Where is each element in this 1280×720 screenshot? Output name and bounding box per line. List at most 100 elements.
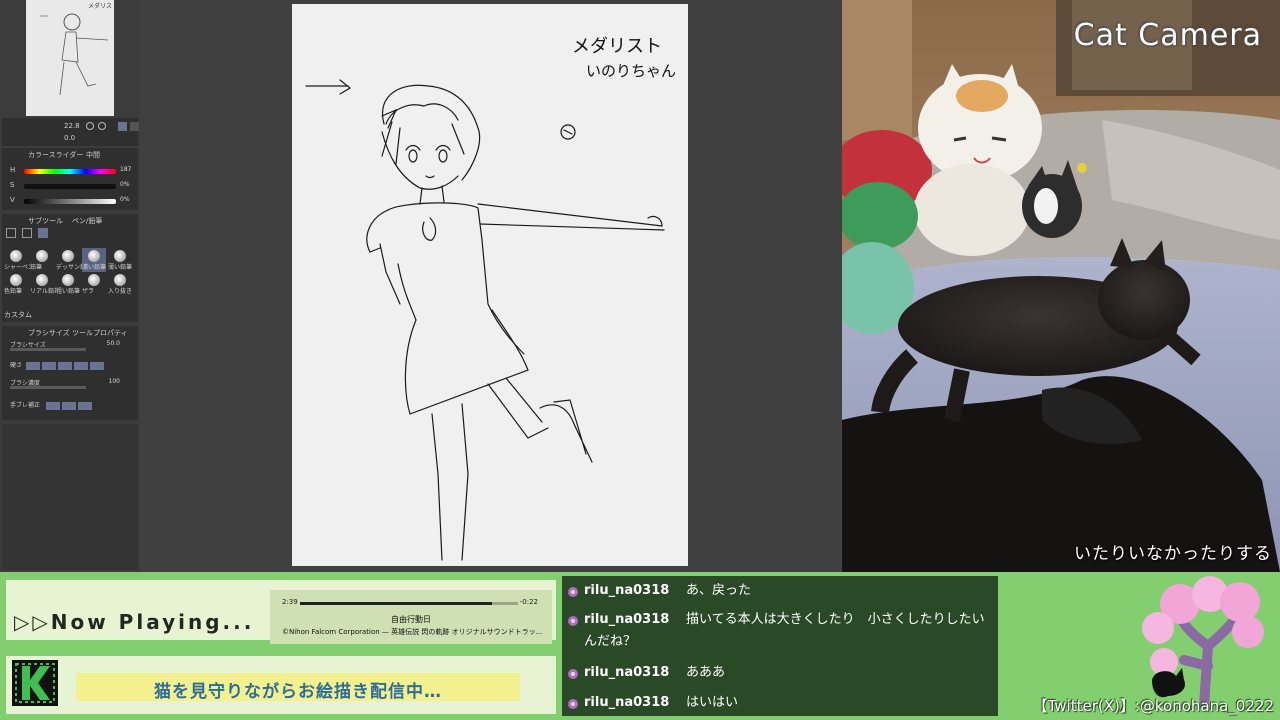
slider-hue[interactable]: H 187: [10, 166, 136, 176]
brush-tool-icon[interactable]: [38, 228, 48, 238]
slider-value: 0%: [120, 196, 130, 203]
brush-name: デッサン鉛筆: [56, 264, 82, 271]
brush-preview-icon: [114, 274, 126, 286]
slider-saturation[interactable]: S 0%: [10, 181, 136, 191]
navigator-thumbnail[interactable]: メダリスト: [26, 0, 118, 116]
channel-logo-icon: [12, 660, 58, 706]
remaining-time: -0:22: [519, 598, 538, 606]
stabilization-segment[interactable]: [46, 402, 60, 410]
cat-camera-feed: Cat Camera いたりいなかったりする: [842, 0, 1280, 572]
cat-camera-caption: いたりいなかったりする: [1074, 544, 1272, 564]
toolbar-grid-icon[interactable]: [118, 122, 127, 131]
brush-item[interactable]: 粗い鉛筆: [56, 272, 80, 296]
chat-username: rilu_na0318: [584, 665, 670, 680]
toolbar-strip: 22.8 0.0: [2, 118, 139, 146]
toolbar-grid-icon[interactable]: [130, 122, 139, 131]
stabilization-row[interactable]: 手ブレ補正: [10, 400, 130, 412]
brush-item[interactable]: ザラ: [82, 272, 106, 296]
brush-name: 入り抜き: [108, 288, 133, 295]
twitter-handle[interactable]: 【Twitter(X)】:@konohana_0222: [1033, 695, 1274, 716]
toolbar-value-2: 0.0: [64, 134, 76, 142]
brush-item[interactable]: 鉛筆: [30, 248, 54, 272]
toolbar-circle-icon[interactable]: [86, 122, 94, 130]
chat-message: rilu_na0318 あああ: [568, 662, 992, 684]
density-row[interactable]: ブラシ濃度 100: [10, 378, 130, 390]
brush-item[interactable]: 色鉛筆: [4, 272, 28, 296]
brush-name: 粗い鉛筆: [56, 288, 81, 295]
canvas-note-title: メダリスト: [572, 36, 662, 57]
tab-subtool[interactable]: サブツール: [28, 216, 63, 226]
brush-preview-icon: [36, 250, 48, 262]
brush-name: ザラ: [82, 288, 95, 295]
brush-item[interactable]: 薄い鉛筆: [108, 248, 132, 272]
brush-preview-icon: [114, 250, 126, 262]
hardness-segment[interactable]: [90, 362, 104, 370]
brush-item[interactable]: デッサン鉛筆: [56, 248, 82, 272]
tab-brush-size[interactable]: ブラシサイズ: [28, 328, 70, 338]
custom-brush-label[interactable]: カスタム: [4, 310, 32, 320]
chat-text: 描いてる本人は大きくしたり 小さくしたりしたいんだね？: [584, 612, 985, 649]
chat-panel: rilu_na0318 あ、戻った rilu_na0318 描いてる本人は大きく…: [562, 576, 998, 716]
brush-preview-icon: [10, 250, 22, 262]
density-value: 100: [108, 378, 120, 385]
tab-intermediate[interactable]: 中間: [86, 150, 100, 160]
stream-message: 猫を見守りながらお絵描き配信中…: [154, 682, 442, 702]
hardness-segment[interactable]: [58, 362, 72, 370]
toolbar-value-1: 22.8: [64, 122, 80, 130]
k-logo-icon: [12, 660, 58, 706]
hue-track[interactable]: [24, 169, 116, 174]
chat-text: はいはい: [686, 695, 739, 710]
tab-tool-property[interactable]: ツールプロパティ: [72, 328, 128, 338]
stabilization-segment[interactable]: [78, 402, 92, 410]
stream-layout: メダリスト 22.8 0.0 カラースライダー 中間 H 187 S 0% V: [0, 0, 1280, 720]
tool-panel: メダリスト 22.8 0.0 カラースライダー 中間 H 187 S 0% V: [0, 0, 140, 572]
toolbar-circle-icon[interactable]: [98, 122, 106, 130]
brush-name: 色鉛筆: [4, 288, 23, 295]
tab-color-slider[interactable]: カラースライダー: [28, 150, 83, 160]
brush-item[interactable]: リアル鉛筆: [30, 272, 56, 296]
tab-pen-pencil[interactable]: ペン/鉛筆: [72, 216, 102, 226]
chat-user-icon: [568, 669, 578, 679]
slider-key: H: [10, 166, 16, 174]
slider-key: S: [10, 181, 15, 189]
chat-message: rilu_na0318 あ、戻った: [568, 580, 992, 602]
chat-user-icon: [568, 587, 578, 597]
chat-text: あ、戻った: [686, 583, 752, 598]
svg-text:メダリスト: メダリスト: [88, 2, 114, 10]
hardness-segment[interactable]: [26, 362, 40, 370]
hardness-segment[interactable]: [74, 362, 88, 370]
cat-photo-icon: [842, 0, 1280, 572]
brush-name: 濃い鉛筆: [82, 264, 107, 271]
density-bar[interactable]: [10, 386, 86, 389]
chat-message: rilu_na0318 はいはい: [568, 692, 992, 714]
stabilization-segment[interactable]: [62, 402, 76, 410]
brush-item[interactable]: 入り抜き: [108, 272, 132, 296]
chat-username: rilu_na0318: [584, 695, 670, 710]
pen-tool-icon[interactable]: [6, 228, 16, 238]
brush-item-selected[interactable]: 濃い鉛筆: [82, 248, 106, 272]
hardness-label: 硬さ: [10, 362, 23, 369]
pencil-tool-icon[interactable]: [22, 228, 32, 238]
brush-name: 薄い鉛筆: [108, 264, 133, 271]
brush-size-bar[interactable]: [10, 348, 86, 351]
brush-name: シャーペン: [4, 264, 30, 271]
hardness-segment[interactable]: [42, 362, 56, 370]
slider-value: 187: [120, 166, 132, 173]
brush-preview-icon: [88, 250, 100, 262]
hardness-row[interactable]: 硬さ: [10, 360, 130, 372]
drawing-canvas[interactable]: メダリスト いのりちゃん: [292, 4, 688, 566]
slider-value-channel[interactable]: V 0%: [10, 196, 136, 206]
chat-user-icon: [568, 699, 578, 709]
value-track[interactable]: [24, 199, 116, 204]
brush-name: 鉛筆: [30, 264, 43, 271]
now-playing-label: ▷▷Now Playing...: [14, 610, 255, 634]
chat-message: rilu_na0318 描いてる本人は大きくしたり 小さくしたりしたいんだね？: [568, 609, 992, 653]
navigator-sketch-icon: メダリスト: [40, 2, 118, 96]
progress-track: [300, 602, 518, 605]
chat-username: rilu_na0318: [584, 583, 670, 598]
brush-item[interactable]: シャーペン: [4, 248, 30, 272]
saturation-track[interactable]: [24, 184, 116, 189]
brush-preview-icon: [10, 274, 22, 286]
elapsed-time: 2:39: [282, 598, 298, 606]
brush-size-row[interactable]: ブラシサイズ 50.0: [10, 340, 130, 352]
